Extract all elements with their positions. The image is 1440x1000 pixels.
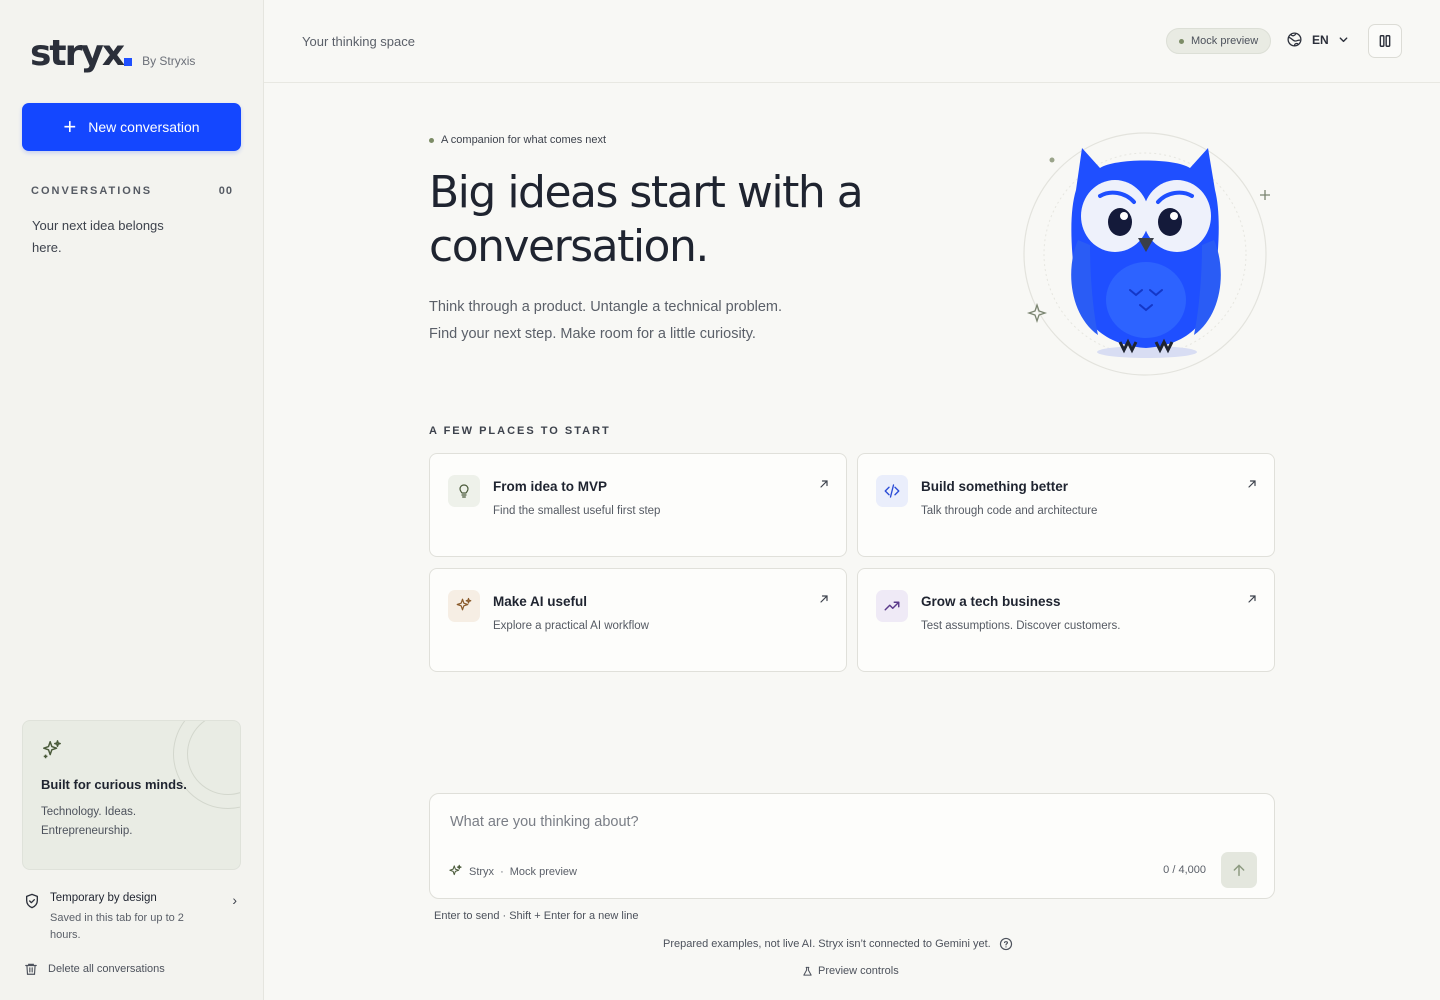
composer-model-info: Stryx · Mock preview bbox=[448, 864, 577, 879]
language-label: EN bbox=[1312, 32, 1329, 47]
sparkle-icon bbox=[449, 864, 462, 876]
preview-controls-label: Preview controls bbox=[818, 965, 899, 977]
card-description: Test assumptions. Discover customers. bbox=[921, 620, 1121, 632]
mock-preview-badge: Mock preview bbox=[1166, 28, 1272, 54]
starter-card-grow-business[interactable]: Grow a tech business Test assumptions. D… bbox=[857, 568, 1275, 672]
model-name: Stryx bbox=[469, 865, 495, 878]
starter-card-make-ai-useful[interactable]: Make AI useful Explore a practical AI wo… bbox=[429, 568, 847, 672]
sidebar: stryx By Stryxis + New conversation CONV… bbox=[0, 0, 264, 1000]
help-icon[interactable] bbox=[999, 937, 1013, 951]
lightbulb-icon bbox=[448, 475, 480, 507]
trash-icon bbox=[25, 963, 37, 975]
flask-icon bbox=[803, 966, 812, 976]
hero-eyebrow: A companion for what comes next bbox=[429, 134, 606, 146]
character-count: 0 / 4,000 bbox=[1163, 864, 1206, 876]
meta-separator: · bbox=[500, 865, 504, 878]
top-bar: Your thinking space Mock preview EN bbox=[264, 0, 1440, 83]
card-title: From idea to MVP bbox=[493, 479, 608, 494]
conversations-empty-text: Your next idea belongs here. bbox=[32, 218, 164, 255]
temporary-title: Temporary by design bbox=[50, 892, 157, 904]
owl-mascot bbox=[1020, 130, 1280, 380]
status-dot bbox=[1179, 38, 1184, 44]
arrow-up-right-icon bbox=[1248, 480, 1256, 488]
logo-byline: By Stryxis bbox=[142, 54, 196, 68]
message-composer: Stryx · Mock preview 0 / 4,000 bbox=[429, 793, 1275, 899]
eyebrow-dot bbox=[429, 137, 434, 143]
card-description: Talk through code and architecture bbox=[921, 505, 1098, 517]
conversations-count: 00 bbox=[218, 185, 233, 197]
keyboard-hint: Enter to send · Shift + Enter for a new … bbox=[434, 910, 639, 922]
chevron-right-icon: › bbox=[232, 892, 237, 908]
eyebrow-text: A companion for what comes next bbox=[441, 134, 607, 146]
chevron-down-icon bbox=[1339, 37, 1348, 43]
code-icon bbox=[876, 475, 908, 507]
promo-body: Technology. Ideas. Entrepreneurship. bbox=[41, 806, 137, 837]
send-button[interactable] bbox=[1221, 852, 1257, 888]
sidebar-panel-icon bbox=[1379, 35, 1391, 47]
logo[interactable]: stryx By Stryxis bbox=[30, 34, 195, 74]
promo-card: Built for curious minds. Technology. Ide… bbox=[22, 720, 241, 870]
starters-label: A FEW PLACES TO START bbox=[429, 425, 611, 437]
sparkle-icon bbox=[448, 590, 480, 622]
starter-card-build-better[interactable]: Build something better Talk through code… bbox=[857, 453, 1275, 557]
temporary-notice[interactable]: Temporary by design Saved in this tab fo… bbox=[22, 890, 241, 946]
conversations-label: CONVERSATIONS bbox=[31, 185, 153, 197]
globe-icon bbox=[1287, 32, 1302, 47]
promo-title: Built for curious minds. bbox=[41, 777, 187, 792]
tagline: Your thinking space bbox=[302, 34, 415, 49]
message-input[interactable] bbox=[450, 814, 1230, 830]
new-conversation-label: New conversation bbox=[88, 119, 200, 135]
sparkle-icon bbox=[43, 740, 61, 759]
arrow-up-icon bbox=[1233, 864, 1245, 877]
new-conversation-button[interactable]: + New conversation bbox=[22, 103, 241, 151]
card-description: Explore a practical AI workflow bbox=[493, 620, 649, 632]
conversations-header: CONVERSATIONS 00 bbox=[31, 185, 233, 197]
mode-label: Mock preview bbox=[509, 865, 577, 878]
card-title: Grow a tech business bbox=[921, 594, 1061, 609]
delete-all-button[interactable]: Delete all conversations bbox=[24, 962, 165, 976]
language-selector[interactable]: EN bbox=[1286, 31, 1349, 48]
delete-all-label: Delete all conversations bbox=[48, 963, 165, 975]
card-description: Find the smallest useful first step bbox=[493, 505, 661, 517]
logo-dot bbox=[124, 58, 133, 66]
hero-subtitle: Think through a product. Untangle a tech… bbox=[429, 299, 783, 342]
hero-headline: Big ideas start with a conversation. bbox=[429, 167, 864, 272]
trending-up-icon bbox=[876, 590, 908, 622]
arrow-up-right-icon bbox=[1248, 595, 1256, 603]
disclaimer-text: Prepared examples, not live AI. Stryx is… bbox=[663, 938, 991, 950]
plus-icon: + bbox=[63, 114, 77, 139]
arrow-up-right-icon bbox=[820, 595, 828, 603]
owl-illustration bbox=[1023, 132, 1270, 376]
preview-controls-link[interactable]: Preview controls bbox=[802, 965, 899, 977]
shield-check-icon bbox=[26, 893, 38, 909]
starter-card-idea-to-mvp[interactable]: From idea to MVP Find the smallest usefu… bbox=[429, 453, 847, 557]
card-title: Make AI useful bbox=[493, 594, 588, 609]
arrow-up-right-icon bbox=[820, 480, 828, 488]
logo-wordmark: stryx bbox=[30, 33, 125, 74]
card-title: Build something better bbox=[921, 479, 1069, 494]
temporary-body: Saved in this tab for up to 2 hours. bbox=[50, 912, 184, 941]
mock-preview-label: Mock preview bbox=[1191, 35, 1259, 47]
toggle-panel-button[interactable] bbox=[1368, 24, 1402, 58]
disclaimer: Prepared examples, not live AI. Stryx is… bbox=[663, 937, 1013, 951]
